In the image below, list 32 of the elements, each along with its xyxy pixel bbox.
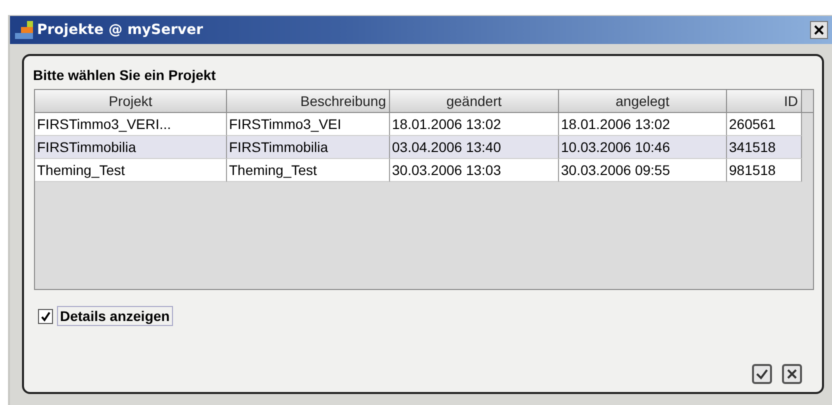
- column-header[interactable]: Projekt: [35, 90, 227, 113]
- table-cell: Theming_Test: [35, 159, 227, 182]
- table-cell: 341518: [727, 136, 802, 159]
- table-cell: 260561: [727, 113, 802, 136]
- table-cell: Theming_Test: [227, 159, 390, 182]
- column-header[interactable]: Beschreibung: [227, 90, 390, 113]
- table-cell: FIRSTimmobilia: [35, 136, 227, 159]
- table-cell: FIRSTimmo3_VEI: [227, 113, 390, 136]
- checkbox-label[interactable]: Details anzeigen: [57, 306, 173, 326]
- column-header[interactable]: geändert: [390, 90, 559, 113]
- table-cell: 03.04.2006 13:40: [390, 136, 559, 159]
- table-cell: 30.03.2006 13:03: [390, 159, 559, 182]
- table-cell: 18.01.2006 13:02: [390, 113, 559, 136]
- table-cell: 30.03.2006 09:55: [559, 159, 727, 182]
- cancel-button[interactable]: [782, 364, 802, 384]
- table-cell: 981518: [727, 159, 802, 182]
- table-cell: FIRSTimmo3_VERI...: [35, 113, 227, 136]
- close-icon: [786, 368, 798, 380]
- table-cell: 18.01.2006 13:02: [559, 113, 727, 136]
- checkmark-icon: [755, 367, 769, 381]
- checkmark-icon: [40, 310, 51, 322]
- prompt-label: Bitte wählen Sie ein Projekt: [33, 66, 216, 85]
- ok-button[interactable]: [752, 364, 772, 384]
- checkbox[interactable]: [38, 308, 53, 324]
- close-icon: [814, 25, 824, 35]
- app-icon: [14, 20, 34, 40]
- table-cell: 10.03.2006 10:46: [559, 136, 727, 159]
- column-header[interactable]: ID: [727, 90, 802, 113]
- close-button[interactable]: [810, 21, 828, 39]
- column-header[interactable]: angelegt: [559, 90, 727, 113]
- window-title: Projekte @ myServer: [37, 22, 204, 38]
- table-cell: FIRSTimmobilia: [227, 136, 390, 159]
